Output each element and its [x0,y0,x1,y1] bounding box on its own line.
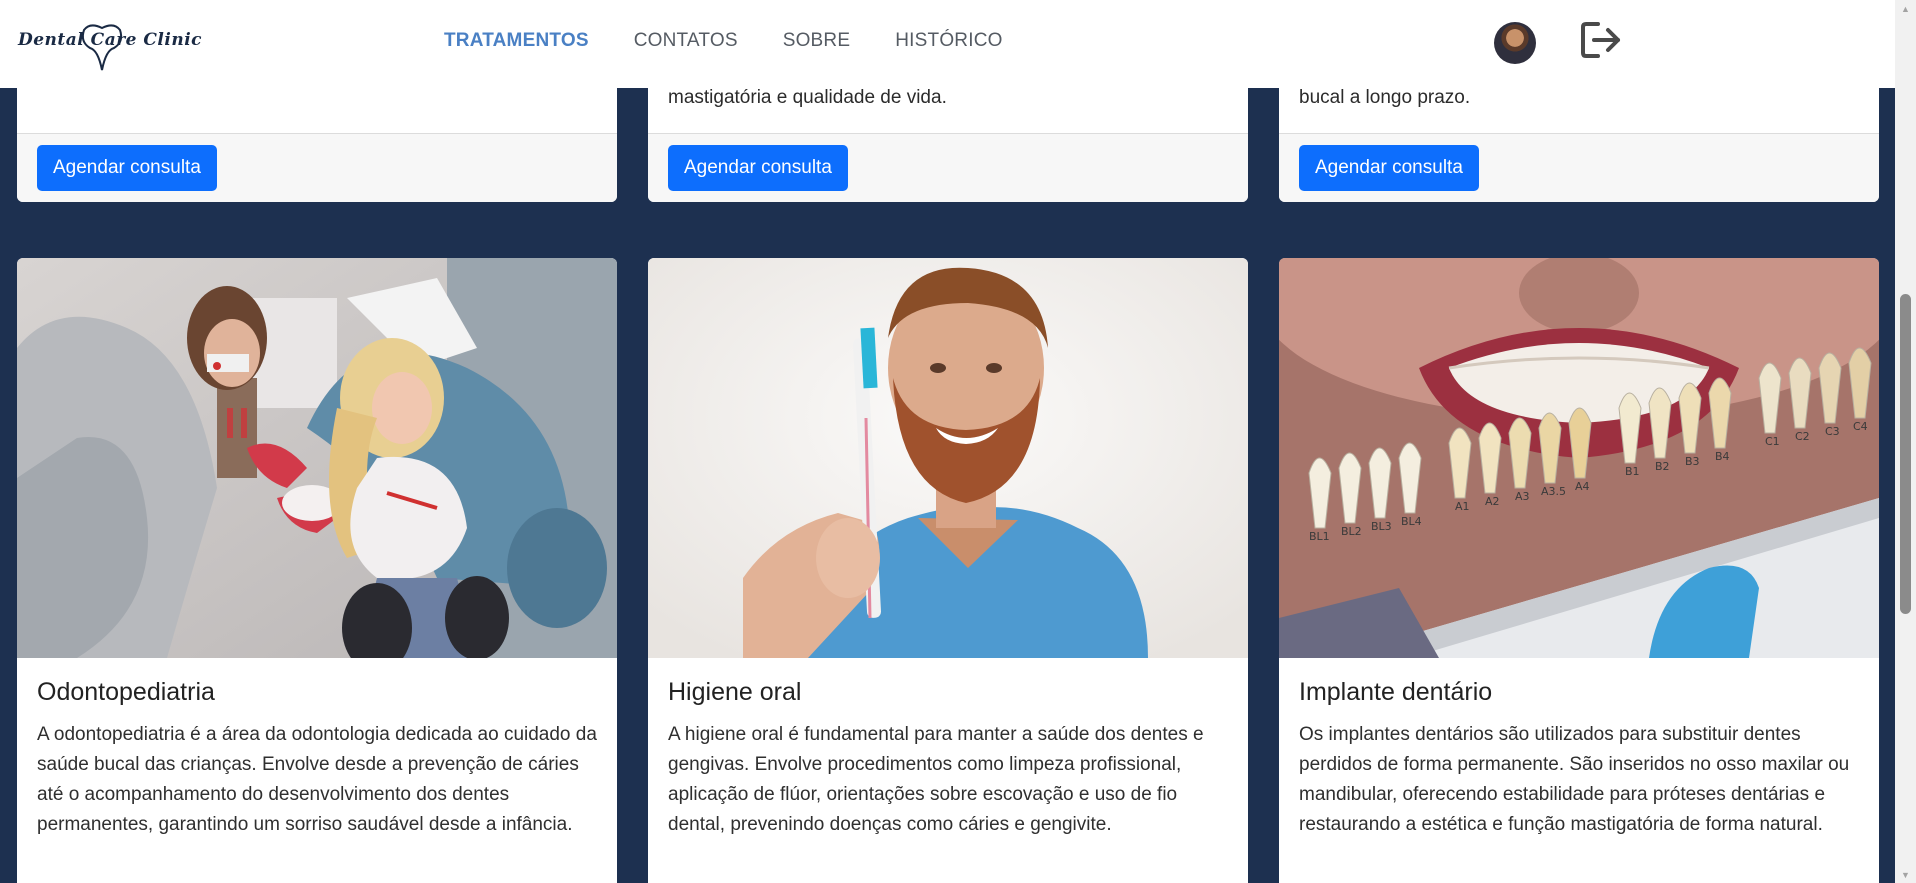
nav-link-contatos[interactable]: CONTATOS [634,30,738,52]
shade-label: C2 [1795,430,1810,443]
card-title: Odontopediatria [37,678,215,706]
card-footer: Agendar consulta [648,133,1248,202]
nav-link-historico[interactable]: HISTÓRICO [895,30,1002,52]
card-footer: Agendar consulta [1279,133,1879,202]
card-text: Os implantes dentários são utilizados pa… [1299,724,1850,835]
shade-label: A2 [1485,495,1500,508]
dental-implant-image: BL1 BL2 BL3 BL4 A1 A2 A3 A3.5 A4 B1 B2 B… [1279,258,1879,658]
card-text: A odontopediatria é a área da odontologi… [37,724,597,835]
shade-label: BL1 [1309,530,1330,543]
schedule-appointment-button[interactable]: Agendar consulta [37,145,217,191]
shade-label: BL2 [1341,525,1362,538]
card-text: A higiene oral é fundamental para manter… [668,724,1204,835]
nav-link-sobre[interactable]: SOBRE [783,30,851,52]
shade-label: A4 [1575,480,1590,493]
tooth-logo-icon [81,24,123,71]
oral-hygiene-image [648,258,1248,658]
shade-label: A3 [1515,490,1530,503]
card-footer: Agendar consulta [17,133,617,202]
treatment-card-implante-dentario: BL1 BL2 BL3 BL4 A1 A2 A3 A3.5 A4 B1 B2 B… [1279,258,1879,883]
scroll-up-arrow-icon[interactable]: ▲ [1895,0,1916,17]
logout-icon[interactable] [1580,20,1624,60]
page-scrollbar[interactable]: ▲ ▼ [1895,0,1916,883]
shade-label: B1 [1625,465,1640,478]
scroll-down-arrow-icon[interactable]: ▼ [1895,866,1916,883]
shade-label: A3.5 [1541,485,1566,498]
shade-label: C1 [1765,435,1780,448]
card-title: Implante dentário [1299,678,1493,706]
card-title: Higiene oral [668,678,802,706]
top-navbar: Dental Care Clinic TRATAMENTOS CONTATOS … [0,0,1895,88]
nav-link-tratamentos[interactable]: TRATAMENTOS [444,30,589,52]
schedule-appointment-button[interactable]: Agendar consulta [1299,145,1479,191]
page-viewport: Agendar consulta mastigatória e qualidad… [0,0,1895,883]
card-text: bucal a longo prazo. [1299,87,1471,108]
clinic-logo[interactable]: Dental Care Clinic [18,20,202,72]
shade-label: C4 [1853,420,1868,433]
shade-label: C3 [1825,425,1840,438]
user-avatar[interactable] [1494,22,1536,64]
shade-label: BL4 [1401,515,1422,528]
shade-label: A1 [1455,500,1470,513]
shade-label: B4 [1715,450,1730,463]
nav-links: TRATAMENTOS CONTATOS SOBRE HISTÓRICO [444,30,1003,52]
shade-label: B2 [1655,460,1670,473]
pediatric-dentistry-image [17,258,617,658]
scroll-thumb[interactable] [1900,294,1911,614]
shade-label: B3 [1685,455,1700,468]
schedule-appointment-button[interactable]: Agendar consulta [668,145,848,191]
card-text: mastigatória e qualidade de vida. [668,87,947,108]
treatment-card-higiene-oral: Higiene oral A higiene oral é fundamenta… [648,258,1248,883]
treatment-card-odontopediatria: Odontopediatria A odontopediatria é a ár… [17,258,617,883]
shade-label: BL3 [1371,520,1392,533]
